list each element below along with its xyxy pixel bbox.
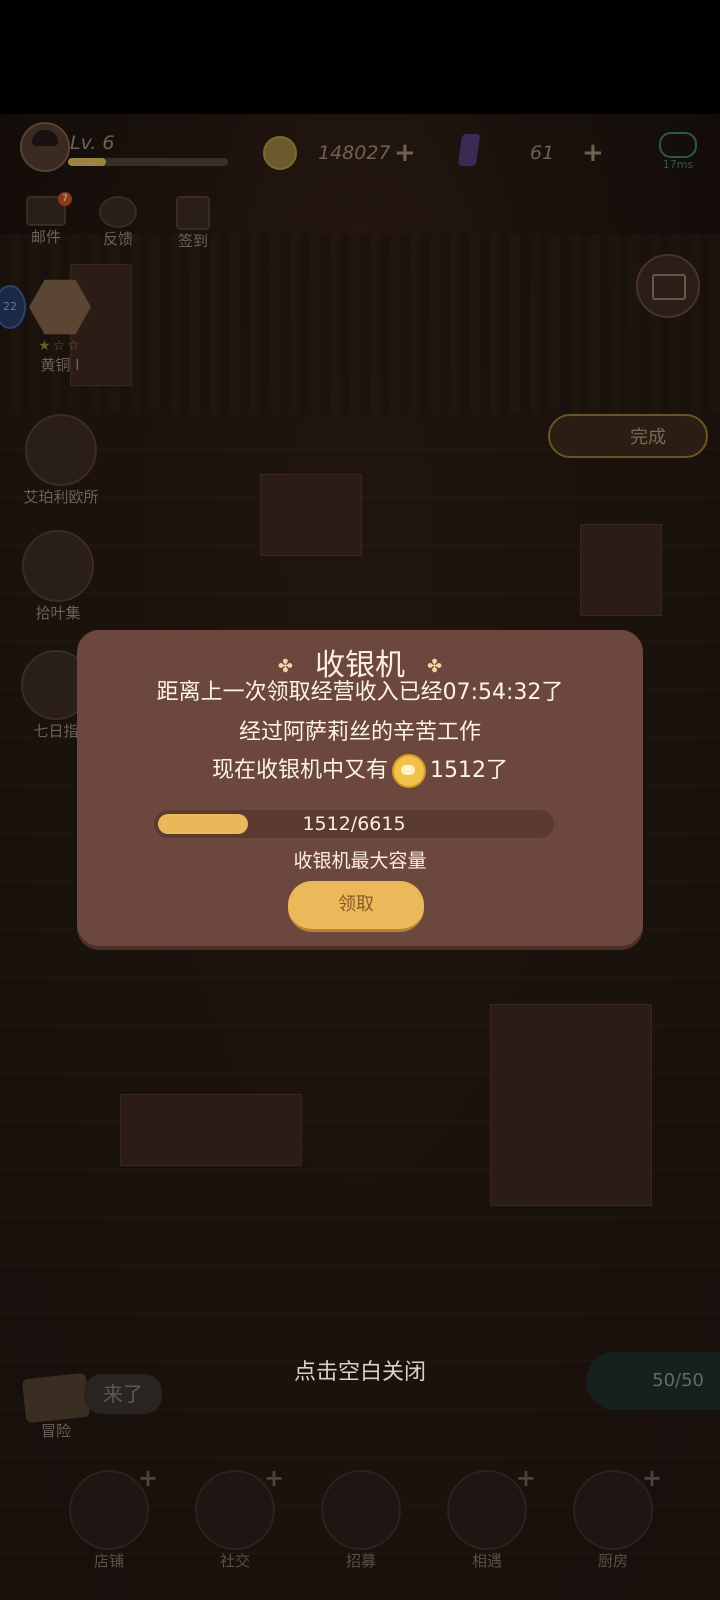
map-icon <box>21 1372 91 1424</box>
elapsed-time-text: 距离上一次领取经营收入已经07:54:32了 <box>156 680 564 705</box>
nav-encounter[interactable]: + 相遇 <box>432 1464 542 1571</box>
nav-kitchen[interactable]: + 厨房 <box>558 1464 668 1571</box>
nav-shop-label: 店铺 <box>93 1552 124 1570</box>
player-avatar[interactable] <box>20 122 70 172</box>
capacity-text: 1512/6615 <box>302 813 406 835</box>
gold-coin-icon <box>263 136 297 170</box>
gold-amount: 148027 <box>318 142 391 164</box>
rank-button[interactable]: ★☆☆ 黄铜 I <box>20 276 100 375</box>
xp-bar-fill <box>68 158 107 166</box>
adventure-button[interactable]: 冒险 <box>18 1372 94 1441</box>
plus-icon: + <box>137 1464 158 1492</box>
shop-label: 艾珀利欧所 <box>23 488 99 506</box>
feedback-label: 反馈 <box>102 230 133 248</box>
rank-stars: ★☆☆ <box>38 338 82 354</box>
cash-register-dialog: ✤ 收银机 ✤ 距离上一次领取经营收入已经07:54:32了 经过阿萨莉丝的辛苦工作… <box>77 630 643 946</box>
nav-recruit-label: 招募 <box>345 1552 376 1570</box>
calendar-icon <box>176 196 210 230</box>
income-prefix: 现在收银机中又有 <box>211 758 388 783</box>
feedback-button[interactable]: 反馈 <box>88 196 148 249</box>
book-collection-icon <box>22 530 94 602</box>
nav-recruit[interactable]: 招募 <box>306 1470 416 1571</box>
task-done-button[interactable]: 完成 <box>548 414 708 458</box>
nav-social-label: 社交 <box>219 1552 250 1570</box>
door-icon <box>321 1470 401 1550</box>
counter <box>260 474 362 556</box>
ping-text: 17ms <box>662 158 694 171</box>
nav-social[interactable]: + 社交 <box>180 1464 290 1571</box>
nav-kitchen-label: 厨房 <box>597 1552 628 1570</box>
collect-label: 拾叶集 <box>35 604 81 622</box>
gem-icon <box>457 134 481 166</box>
speech-bubble: 来了 <box>84 1374 162 1414</box>
checkin-label: 签到 <box>177 232 208 250</box>
shop-button[interactable]: 艾珀利欧所 <box>6 414 116 507</box>
income-line: 现在收银机中又有 1512了 <box>77 752 643 788</box>
mail-label: 邮件 <box>30 228 61 246</box>
claim-button[interactable]: 领取 <box>288 881 424 932</box>
mail-badge: 7 <box>58 192 72 206</box>
mail-button[interactable]: 7 邮件 <box>24 192 72 247</box>
capacity-label: 收银机最大容量 <box>293 850 427 872</box>
energy-counter[interactable]: 50/50 <box>586 1352 720 1410</box>
rank-label: 黄铜 I <box>40 356 80 374</box>
checkin-button[interactable]: 签到 <box>168 196 218 251</box>
capacity-progress-bar: 1512/6615 <box>154 810 554 838</box>
top-bar: Lv. 6 148027 + 61 + 17ms <box>0 118 720 198</box>
globe-icon <box>99 196 137 228</box>
cabinet <box>580 524 662 616</box>
bottom-navigation: + 店铺 + 社交 招募 + 相遇 + 厨房 <box>0 1464 720 1600</box>
collect-button[interactable]: 拾叶集 <box>20 530 96 623</box>
nav-encounter-label: 相遇 <box>471 1552 502 1570</box>
shop-bag-icon <box>25 414 97 486</box>
add-gem-button[interactable]: + <box>582 138 604 168</box>
cloud-icon <box>659 132 697 158</box>
income-amount: 1512了 <box>430 758 508 783</box>
kitchen-area <box>490 1004 652 1206</box>
plus-icon: + <box>263 1464 284 1492</box>
plus-icon: + <box>641 1464 662 1492</box>
table <box>120 1094 302 1166</box>
rank-shield-icon <box>29 279 91 335</box>
plus-icon: + <box>515 1464 536 1492</box>
add-gold-button[interactable]: + <box>394 138 416 168</box>
adventure-label: 冒险 <box>40 1422 71 1440</box>
nav-shop[interactable]: + 店铺 <box>54 1464 164 1571</box>
xp-bar <box>68 158 228 166</box>
gem-amount: 61 <box>530 142 555 164</box>
worker-text: 经过阿萨莉丝的辛苦工作 <box>238 720 481 745</box>
cat-coin-icon <box>392 754 426 788</box>
network-status: 17ms <box>654 132 702 172</box>
player-level: Lv. 6 <box>70 132 115 154</box>
recipe-book-button[interactable] <box>636 254 700 318</box>
